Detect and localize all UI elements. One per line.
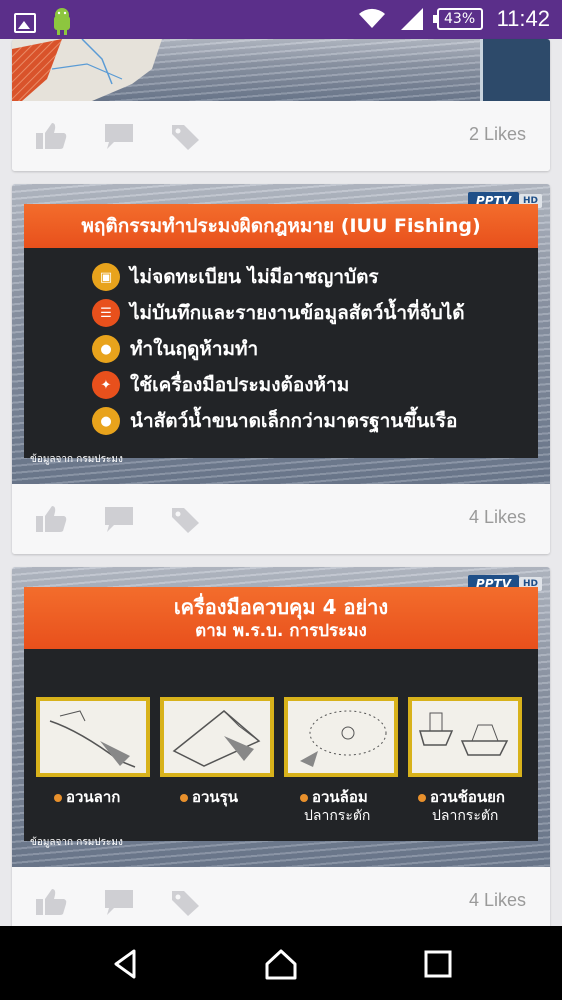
gear-name: อวนลาก [66, 788, 121, 806]
document-icon: ▣ [92, 263, 120, 291]
likes-count[interactable]: 4 Likes [469, 507, 526, 528]
android-notification-icon [54, 8, 70, 35]
likes-count[interactable]: 2 Likes [469, 124, 526, 145]
info-slide: พฤติกรรมทำประมงผิดกฎหมาย (IUU Fishing) ▣… [24, 204, 538, 458]
rule-text: ใช้เครื่องมือประมงต้องห้าม [130, 374, 350, 396]
like-icon[interactable] [34, 887, 68, 917]
action-row: 4 Likes [12, 484, 550, 554]
gear-name: อวนล้อม [312, 788, 368, 806]
navigation-bar [0, 926, 562, 1000]
bullet-dot [180, 794, 188, 802]
comment-icon[interactable] [102, 121, 136, 151]
rule-item: ☰ ไม่บันทึกและรายงานข้อมูลสัตว์น้ำที่จับ… [92, 298, 465, 328]
slide-title: พฤติกรรมทำประมงผิดกฎหมาย (IUU Fishing) [24, 204, 538, 248]
tag-icon[interactable] [168, 887, 202, 917]
lift-net-image [408, 697, 522, 777]
rule-text: ไม่บันทึกและรายงานข้อมูลสัตว์น้ำที่จับได… [130, 302, 465, 324]
rule-text: ทำในฤดูห้ามทำ [130, 338, 259, 360]
gear-label: อวนลาก [54, 785, 120, 809]
small-fish-icon: ● [92, 407, 120, 435]
signal-icon [400, 8, 423, 30]
recents-icon[interactable] [420, 946, 456, 982]
rule-item: ✦ ใช้เครื่องมือประมงต้องห้าม [92, 370, 349, 400]
slide-title-line2: ตาม พ.ร.บ. การประมง [195, 621, 367, 641]
net-icon: ✦ [92, 371, 120, 399]
gallery-notification-icon [14, 13, 36, 33]
post-card: 2 Likes [12, 39, 550, 171]
bullet-dot [418, 794, 426, 802]
rule-item: ● นำสัตว์น้ำขนาดเล็กกว่ามาตรฐานขึ้นเรือ [92, 406, 457, 436]
post-image[interactable]: PPTV HD เครื่องมือควบคุม 4 อย่าง ตาม พ.ร… [12, 567, 550, 868]
boat-image [480, 39, 550, 101]
source-credit: ข้อมูลจาก กรมประมง [30, 837, 123, 848]
gear-label: อวนรุน [180, 785, 238, 809]
slide-title-line1: เครื่องมือควบคุม 4 อย่าง [173, 595, 389, 619]
trawl-net-image [36, 697, 150, 777]
gear-name: อวนช้อนยก [430, 788, 505, 806]
rule-text: ไม่จดทะเบียน ไม่มีอาชญาบัตร [130, 266, 379, 288]
like-icon[interactable] [34, 504, 68, 534]
likes-count[interactable]: 4 Likes [469, 890, 526, 911]
clock: 11:42 [496, 6, 550, 31]
post-card: PPTV HD เครื่องมือควบคุม 4 อย่าง ตาม พ.ร… [12, 567, 550, 937]
purse-seine-image [284, 697, 398, 777]
push-net-image [160, 697, 274, 777]
rule-item: ● ทำในฤดูห้ามทำ [92, 334, 258, 364]
comment-icon[interactable] [102, 504, 136, 534]
comment-icon[interactable] [102, 887, 136, 917]
action-row: 2 Likes [12, 101, 550, 171]
slide-title: เครื่องมือควบคุม 4 อย่าง ตาม พ.ร.บ. การป… [24, 587, 538, 649]
report-icon: ☰ [92, 299, 120, 327]
gear-subtitle: ปลากระตัก [432, 808, 499, 824]
wifi-icon [358, 8, 385, 28]
gear-subtitle: ปลากระตัก [304, 808, 371, 824]
rule-text: นำสัตว์น้ำขนาดเล็กกว่ามาตรฐานขึ้นเรือ [130, 410, 458, 432]
tag-icon[interactable] [168, 504, 202, 534]
tag-icon[interactable] [168, 121, 202, 151]
info-slide: เครื่องมือควบคุม 4 อย่าง ตาม พ.ร.บ. การป… [24, 587, 538, 841]
fish-icon: ● [92, 335, 120, 363]
home-icon[interactable] [263, 946, 299, 982]
battery-indicator: 43% [432, 8, 483, 30]
post-image[interactable]: PPTV HD พฤติกรรมทำประมงผิดกฎหมาย (IUU Fi… [12, 184, 550, 485]
bullet-dot [300, 794, 308, 802]
gear-name: อวนรุน [192, 788, 238, 806]
bullet-dot [54, 794, 62, 802]
source-credit: ข้อมูลจาก กรมประมง [30, 454, 123, 465]
status-bar: 43% 11:42 [0, 0, 562, 39]
like-icon[interactable] [34, 121, 68, 151]
map-image [12, 39, 162, 101]
rule-item: ▣ ไม่จดทะเบียน ไม่มีอาชญาบัตร [92, 262, 379, 292]
post-card: PPTV HD พฤติกรรมทำประมงผิดกฎหมาย (IUU Fi… [12, 184, 550, 554]
post-image[interactable] [12, 39, 550, 101]
back-icon[interactable] [108, 946, 144, 982]
